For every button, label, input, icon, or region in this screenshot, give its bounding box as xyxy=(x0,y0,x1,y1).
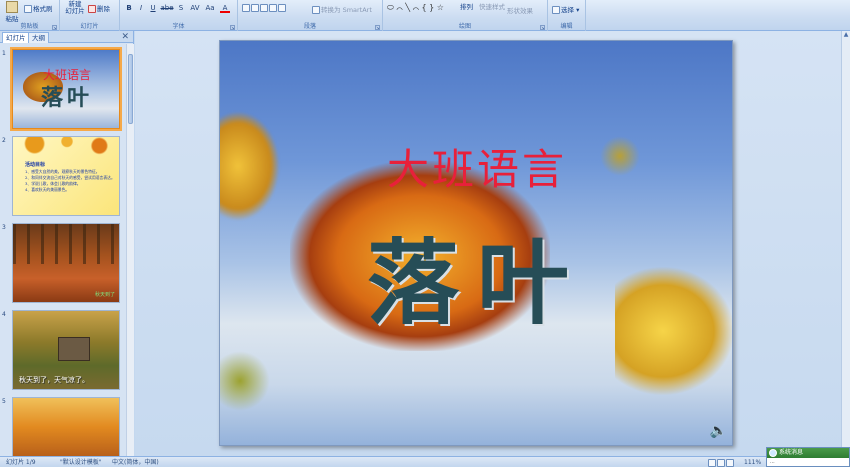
popup-body: ... xyxy=(770,459,775,465)
delete-icon xyxy=(88,5,96,13)
tab-outline[interactable]: 大纲 xyxy=(28,32,49,43)
convert-smartart-button[interactable]: 转换为 SmartArt xyxy=(312,4,372,14)
thumb2-heading: 活动目标 xyxy=(25,162,46,168)
select-button[interactable]: 选择 ▾ xyxy=(552,4,579,14)
status-bar: 幻灯片 1/9 "默认设计模板" 中文(简体，中国) 111% xyxy=(0,456,850,467)
close-pane-icon[interactable]: ✕ xyxy=(121,31,129,43)
change-case-button[interactable]: Aa xyxy=(204,4,216,13)
font-group-label: 字体 xyxy=(172,23,185,30)
smartart-label: 转换为 SmartArt xyxy=(321,6,372,14)
scroll-up-icon[interactable]: ▲ xyxy=(842,31,850,39)
slide-thumbnail-1[interactable]: 大班语言 落叶 xyxy=(10,47,122,131)
popup-title: 系统消息 xyxy=(779,449,804,456)
sorter-view-icon[interactable] xyxy=(717,458,725,467)
slide-title[interactable]: 大班语言 xyxy=(220,136,732,197)
paragraph-group: 转换为 SmartArt 段落 ↘ xyxy=(238,0,383,31)
editor-scrollbar[interactable]: ▲ ▼ xyxy=(841,31,850,456)
thumb2-lines: 1、感受大自然的美，观察秋天的景色特征。 2、和同伴交流自己对秋天的感受，尝试用… xyxy=(25,169,117,193)
strikethrough-button[interactable]: abe xyxy=(160,4,174,13)
drawing-group-label: 绘图 xyxy=(458,23,471,30)
slides-group-label: 幻灯片 xyxy=(80,23,99,30)
thumb3-caption: 秋天到了 xyxy=(94,292,115,298)
language-indicator[interactable]: 中文(简体，中国) xyxy=(112,458,159,467)
paragraph-group-label: 段落 xyxy=(303,23,316,30)
scroll-thumb[interactable] xyxy=(128,54,133,124)
pane-tabs: 幻灯片 大纲 ✕ xyxy=(0,31,133,43)
quick-styles-button[interactable]: 快速样式 xyxy=(479,1,505,11)
shapes-gallery[interactable]: ⬭ ⌒ ╲ ⌒ { } ☆ xyxy=(387,3,444,13)
thumb2-line: 4、喜欢秋天的美丽景色。 xyxy=(25,187,70,192)
align-left-icon[interactable] xyxy=(242,4,250,12)
slides-group: 新建 幻灯片 删除 幻灯片 xyxy=(60,0,120,31)
thumb1-subtitle: 落叶 xyxy=(40,86,93,111)
new-slide-button[interactable]: 新建 幻灯片 xyxy=(63,1,87,15)
normal-view-icon[interactable] xyxy=(708,458,716,467)
char-spacing-button[interactable]: AV xyxy=(188,4,202,13)
align-center-icon[interactable] xyxy=(251,4,259,12)
leaf-bottom-left-decoration xyxy=(220,351,270,411)
font-color-button[interactable]: A xyxy=(220,4,230,13)
justify-icon[interactable] xyxy=(269,4,277,12)
slide-thumbnail-3[interactable]: 秋天到了 xyxy=(12,223,120,303)
notification-popup[interactable]: 系统消息 ... xyxy=(766,447,850,467)
slideshow-view-icon[interactable] xyxy=(726,458,734,467)
leaves-border xyxy=(13,137,119,159)
underline-button[interactable]: U xyxy=(148,4,158,13)
smartart-icon xyxy=(312,6,320,14)
format-painter-button[interactable]: 格式刷 xyxy=(24,3,53,13)
slide-thumbnail-2[interactable]: 活动目标 1、感受大自然的美，观察秋天的景色特征。 2、和同伴交流自己对秋天的感… xyxy=(12,136,120,216)
paste-icon xyxy=(6,1,18,13)
slide-index: 幻灯片 1/9 xyxy=(6,459,36,466)
mill-house xyxy=(58,337,90,361)
shadow-button[interactable]: S xyxy=(176,4,186,13)
cursor-icon xyxy=(552,6,560,14)
align-buttons xyxy=(242,4,287,12)
font-launcher[interactable]: ↘ xyxy=(230,25,235,30)
delete-slide-button[interactable]: 删除 xyxy=(88,3,110,13)
clipboard-launcher[interactable]: ↘ xyxy=(52,25,57,30)
speaker-icon[interactable]: 🔈 xyxy=(710,423,727,439)
thumb-number: 3 xyxy=(2,224,6,231)
thumb-number: 4 xyxy=(2,311,6,318)
thumb4-caption: 秋天到了，天气凉了。 xyxy=(19,376,89,384)
drawing-launcher[interactable]: ↘ xyxy=(540,25,545,30)
delete-label: 删除 xyxy=(97,5,110,13)
arrange-button[interactable]: 排列 xyxy=(460,1,473,11)
slide-thumbnail-5[interactable] xyxy=(12,397,120,456)
slide-thumbnail-4[interactable]: 秋天到了，天气凉了。 xyxy=(12,310,120,390)
editing-group-label: 编辑 xyxy=(560,23,573,30)
align-right-icon[interactable] xyxy=(260,4,268,12)
shape-effects-button[interactable]: 形状效果 xyxy=(507,5,533,15)
brush-icon xyxy=(24,5,32,13)
clipboard-group: 粘贴 格式刷 剪贴板 ↘ xyxy=(0,0,60,31)
columns-icon[interactable] xyxy=(278,4,286,12)
font-group: B I U abe S AV Aa A 字体 ↘ xyxy=(120,0,238,31)
thumbnail-list: 1 大班语言 落叶 2 活动目标 1、感受大自然的美，观察秋天的景色特征。 2、… xyxy=(0,44,134,456)
tree-trunks xyxy=(13,224,119,264)
thumb-number: 2 xyxy=(2,137,6,144)
clipboard-group-label: 剪贴板 xyxy=(20,23,39,30)
paste-button[interactable]: 粘贴 xyxy=(3,1,21,23)
slides-pane: 幻灯片 大纲 ✕ 1 大班语言 落叶 2 活动目标 1、感受大自然的美，观察秋天… xyxy=(0,31,134,456)
slide-subtitle[interactable]: 落叶 xyxy=(220,209,732,342)
bold-button[interactable]: B xyxy=(124,4,134,13)
popup-header: 系统消息 xyxy=(767,448,849,458)
thumb-number: 5 xyxy=(2,398,6,405)
format-painter-label: 格式刷 xyxy=(33,5,53,13)
drawing-group: ⬭ ⌒ ╲ ⌒ { } ☆ 排列 快速样式 形状效果 绘图 ↘ xyxy=(383,0,548,31)
editing-group: 选择 ▾ 编辑 xyxy=(548,0,586,31)
view-buttons[interactable] xyxy=(708,458,735,467)
paragraph-launcher[interactable]: ↘ xyxy=(375,25,380,30)
thumbnail-scrollbar[interactable] xyxy=(126,44,134,456)
italic-button[interactable]: I xyxy=(136,4,146,13)
template-name: "默认设计模板" xyxy=(60,459,102,466)
select-label: 选择 xyxy=(561,6,574,14)
tab-slides[interactable]: 幻灯片 xyxy=(2,32,30,43)
info-icon xyxy=(769,449,777,457)
zoom-level[interactable]: 111% xyxy=(744,458,761,467)
ribbon: 粘贴 格式刷 剪贴板 ↘ 新建 幻灯片 删除 幻灯片 B I U abe S A… xyxy=(0,0,850,31)
current-slide[interactable]: 大班语言 落叶 🔈 xyxy=(219,40,733,446)
thumb-number: 1 xyxy=(2,50,6,57)
